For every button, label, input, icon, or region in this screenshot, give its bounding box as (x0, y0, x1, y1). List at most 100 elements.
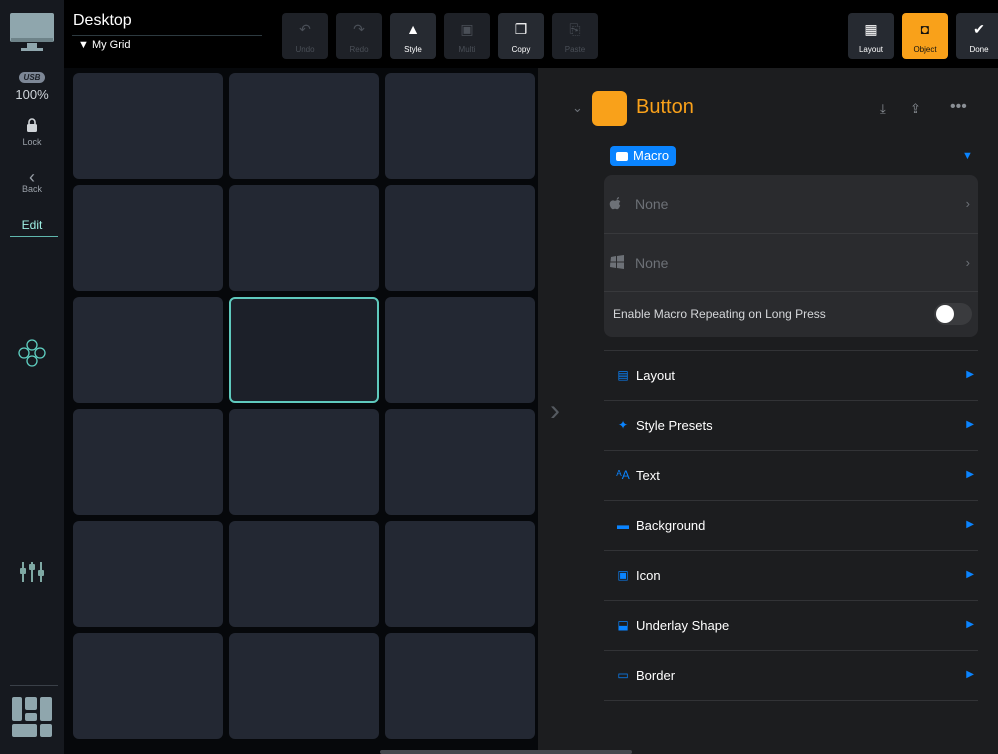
redo-button[interactable]: ↷ Redo (336, 13, 382, 59)
grid-button-cell[interactable] (229, 633, 379, 739)
grid-button-cell[interactable] (73, 409, 223, 515)
grid-button-cell[interactable] (229, 297, 379, 403)
grid-selector[interactable]: ▼ My Grid (78, 39, 130, 51)
style-label: Style (404, 45, 422, 54)
disclosure-arrow-icon: ▶ (966, 619, 974, 630)
disclosure-arrow-icon: ▶ (966, 569, 974, 580)
copy-button[interactable]: ❐ Copy (498, 13, 544, 59)
section-label: Layout (636, 368, 676, 383)
grid-button-cell[interactable] (385, 521, 535, 627)
title-underline (72, 35, 262, 36)
paste-icon: ⎘ (569, 21, 581, 37)
lock-icon (27, 118, 37, 132)
lock-label: Lock (22, 137, 42, 147)
layout-section-icon: ▤ (617, 368, 629, 382)
disclosure-arrow-icon: ▶ (966, 469, 974, 480)
checkmark-icon: ✔ (973, 21, 985, 37)
sidebar-divider (10, 685, 58, 686)
page-title[interactable]: Desktop (73, 12, 132, 30)
object-icon: ◘ (920, 21, 930, 37)
divider (604, 233, 978, 234)
object-button[interactable]: ◘ Object (902, 13, 948, 59)
copy-label: Copy (511, 45, 531, 54)
grid-button-cell[interactable] (229, 185, 379, 291)
grid-button-cell[interactable] (73, 73, 223, 179)
section-layout[interactable]: ▤ Layout ▶ (604, 350, 978, 400)
object-inspector-panel: › ⌄ Button ⤓ ⇪ ••• Macro ▼ None › None ›… (538, 68, 998, 754)
grid-button-cell[interactable] (385, 73, 535, 179)
done-label: Done (969, 45, 989, 54)
grid-button-cell[interactable] (73, 521, 223, 627)
disclosure-arrow-icon: ▶ (966, 369, 974, 380)
paste-button[interactable]: ⎘ Paste (552, 13, 598, 59)
grid-button-cell[interactable] (385, 297, 535, 403)
macro-tag[interactable]: Macro (610, 146, 677, 166)
gamepad-icon[interactable] (0, 338, 64, 373)
grid-button-cell[interactable] (73, 297, 223, 403)
back-button[interactable]: ‹ Back (0, 167, 64, 194)
paste-label: Paste (564, 45, 586, 54)
share-icon[interactable]: ⇪ (910, 101, 921, 117)
panel-collapse-chevron-icon[interactable]: › (550, 394, 560, 428)
grid-button-cell[interactable] (385, 185, 535, 291)
background-icon: ▬ (617, 518, 629, 532)
chevron-right-icon: › (965, 255, 970, 270)
disclosure-arrow-icon: ▶ (966, 519, 974, 530)
lock-button[interactable]: Lock (0, 118, 64, 147)
section-background[interactable]: ▬ Background ▶ (604, 500, 978, 550)
object-color-swatch[interactable] (592, 91, 627, 126)
grid-button-cell[interactable] (385, 409, 535, 515)
disclosure-arrow-icon: ▶ (966, 669, 974, 680)
section-label: Underlay Shape (636, 618, 730, 633)
monitor-icon[interactable] (0, 12, 64, 57)
disclosure-arrow-icon: ▶ (966, 419, 974, 430)
grid-button-cell[interactable] (229, 73, 379, 179)
windows-icon (609, 255, 625, 274)
macro-caret-icon[interactable]: ▼ (962, 150, 973, 162)
underlay-shape-icon: ⬓ (617, 618, 629, 632)
copy-icon: ❐ (514, 21, 528, 37)
redo-label: Redo (349, 45, 369, 54)
section-border[interactable]: ▭ Border ▶ (604, 650, 978, 700)
done-button[interactable]: ✔ Done (956, 13, 998, 59)
style-button[interactable]: ▲ Style (390, 13, 436, 59)
chevron-left-icon: ‹ (29, 167, 35, 187)
more-options-icon[interactable]: ••• (950, 98, 967, 116)
macro-icon (616, 152, 628, 161)
edit-underline (10, 236, 58, 237)
divider (604, 700, 978, 701)
grid-button-cell[interactable] (229, 521, 379, 627)
macro-repeat-label: Enable Macro Repeating on Long Press (613, 307, 826, 321)
macro-label: Macro (633, 148, 670, 163)
grid-button-cell[interactable] (73, 185, 223, 291)
left-sidebar: USB 100% Lock ‹ Back Edit (0, 0, 64, 754)
layout-button[interactable]: ▦ Layout (848, 13, 894, 59)
macro-repeat-toggle[interactable] (934, 303, 972, 325)
toggle-knob (936, 305, 954, 323)
undo-icon: ↶ (299, 21, 311, 37)
undo-label: Undo (295, 45, 315, 54)
mac-macro-value: None (635, 196, 669, 212)
image-icon: ▣ (617, 568, 629, 582)
border-icon: ▭ (617, 668, 629, 682)
chevron-down-icon[interactable]: ⌄ (572, 100, 583, 116)
grid-button-cell[interactable] (229, 409, 379, 515)
top-toolbar: Desktop ▼ My Grid ↶ Undo ↷ Redo ▲ Style … (64, 0, 998, 68)
section-underlay-shape[interactable]: ⬓ Underlay Shape ▶ (604, 600, 978, 650)
multi-select-icon: ▣ (460, 21, 474, 37)
redo-icon: ↷ (353, 21, 365, 37)
edit-button[interactable]: Edit (0, 218, 64, 232)
grid-pages-icon[interactable] (0, 696, 64, 743)
undo-button[interactable]: ↶ Undo (282, 13, 328, 59)
multi-button[interactable]: ▣ Multi (444, 13, 490, 59)
section-icon[interactable]: ▣ Icon ▶ (604, 550, 978, 600)
grid-button-cell[interactable] (385, 633, 535, 739)
section-label: Style Presets (636, 418, 713, 433)
import-icon[interactable]: ⤓ (880, 101, 886, 117)
section-text[interactable]: ᴬA Text ▶ (604, 450, 978, 500)
grid-button-cell[interactable] (73, 633, 223, 739)
section-style-presets[interactable]: ✦ Style Presets ▶ (604, 400, 978, 450)
mixer-sliders-icon[interactable] (0, 560, 64, 589)
home-indicator (380, 750, 632, 754)
layout-icon: ▦ (864, 21, 878, 37)
